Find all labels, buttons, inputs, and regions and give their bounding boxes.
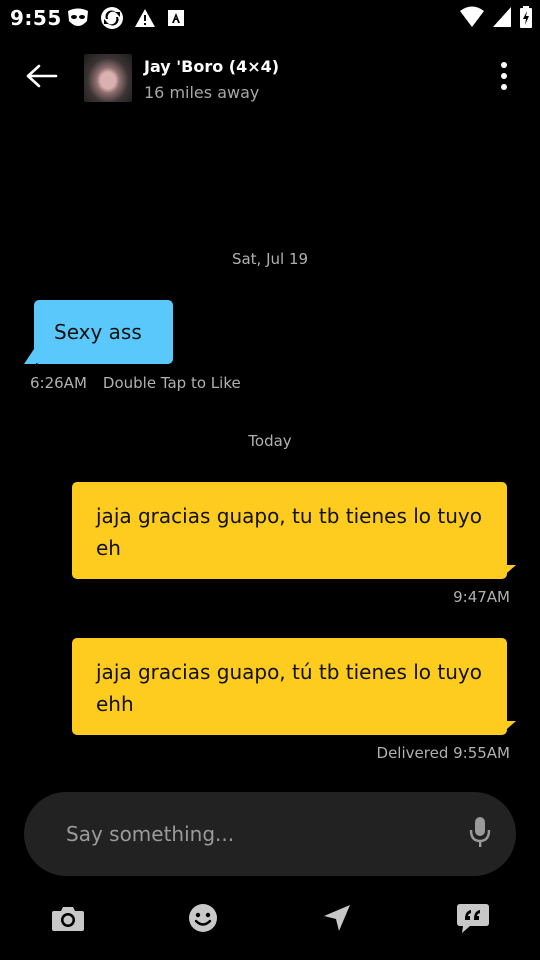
- date-separator: Sat, Jul 19: [231, 250, 309, 268]
- contact-distance: 16 miles away: [144, 83, 260, 102]
- incoming-message-meta: 6:26AM Double Tap to Like: [30, 374, 241, 392]
- message-time: 6:26AM: [30, 374, 87, 392]
- emoji-icon: [188, 903, 218, 937]
- camera-icon: [51, 904, 85, 936]
- battery-icon: [520, 6, 532, 32]
- wifi-icon: [460, 6, 484, 32]
- status-bar: 9:55: [0, 0, 540, 36]
- status-notification-icons: [66, 6, 186, 34]
- message-text: jaja gracias guapo, tu tb tienes lo tuyo…: [96, 504, 482, 560]
- arrow-left-icon: [26, 64, 58, 92]
- chat-toolbar: [0, 896, 540, 942]
- date-separator: Today: [248, 432, 292, 450]
- message-status: 9:47AM: [453, 588, 510, 606]
- contact-avatar[interactable]: [84, 54, 132, 102]
- more-vertical-icon: [500, 61, 508, 95]
- location-button[interactable]: [317, 900, 357, 940]
- message-text: Sexy ass: [54, 320, 142, 344]
- a-font-icon: [166, 8, 186, 32]
- double-tap-like-hint[interactable]: Double Tap to Like: [103, 374, 241, 392]
- grindr-mask-icon: [66, 7, 90, 33]
- message-status: Delivered 9:55AM: [376, 744, 510, 762]
- incoming-bubble-tail: [24, 346, 36, 364]
- message-text: jaja gracias guapo, tú tb tienes lo tuyo…: [96, 660, 482, 716]
- warning-icon: [134, 8, 156, 32]
- more-options-button[interactable]: [486, 58, 522, 98]
- emoji-button[interactable]: [183, 900, 223, 940]
- incoming-message-bubble[interactable]: Sexy ass: [34, 300, 173, 364]
- status-system-icons: [460, 6, 532, 32]
- outgoing-bubble-tail: [500, 721, 516, 735]
- chat-header: Jay 'Boro (4×4) 16 miles away: [0, 40, 540, 116]
- camera-button[interactable]: [48, 900, 88, 940]
- message-input[interactable]: [66, 816, 446, 852]
- location-arrow-icon: [322, 903, 352, 937]
- contact-name[interactable]: Jay 'Boro (4×4): [144, 57, 279, 76]
- microphone-icon: [469, 816, 491, 852]
- back-button[interactable]: [20, 58, 64, 98]
- message-composer: [24, 792, 516, 876]
- outgoing-message-bubble[interactable]: jaja gracias guapo, tu tb tienes lo tuyo…: [72, 482, 507, 579]
- saved-phrases-button[interactable]: [453, 900, 493, 940]
- sync-app-icon: [100, 6, 124, 34]
- outgoing-message-bubble[interactable]: jaja gracias guapo, tú tb tienes lo tuyo…: [72, 638, 507, 735]
- saved-phrases-icon: [456, 902, 490, 938]
- outgoing-bubble-tail: [500, 565, 516, 579]
- cell-signal-icon: [492, 6, 512, 32]
- voice-message-button[interactable]: [466, 816, 494, 852]
- status-time: 9:55: [10, 6, 62, 30]
